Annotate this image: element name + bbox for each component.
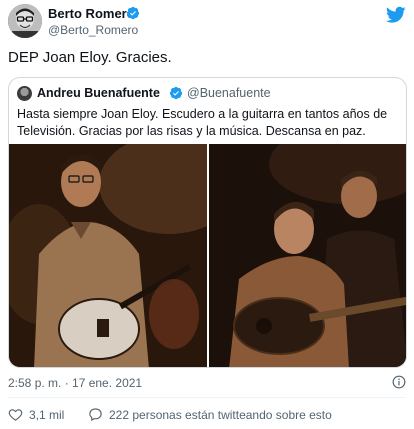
quoted-tweet-text: Hasta siempre Joan Eloy. Escudero a la g…: [17, 107, 388, 138]
heart-icon: [8, 409, 23, 421]
photo-guitarist-left[interactable]: [9, 144, 207, 367]
divider: [8, 397, 406, 398]
twitter-bird-icon[interactable]: [386, 6, 406, 24]
info-icon[interactable]: [392, 375, 406, 389]
talking-about-link[interactable]: 222 personas están twitteando sobre esto: [88, 407, 332, 422]
quoted-media[interactable]: [9, 144, 406, 367]
talking-about-text: 222 personas están twitteando sobre esto: [109, 407, 332, 422]
verified-badge-icon: [126, 6, 140, 20]
tweet-text: DEP Joan Eloy. Gracies.: [8, 49, 172, 66]
like-count: 3,1 mil: [29, 407, 65, 422]
quoted-author-avatar[interactable]: [17, 86, 32, 101]
author-avatar[interactable]: [8, 4, 42, 38]
author-name[interactable]: Berto Romero: [48, 6, 135, 21]
author-handle[interactable]: @Berto_Romero: [48, 23, 138, 37]
photo-guitarist-right[interactable]: [209, 144, 406, 367]
quoted-author-handle[interactable]: @Buenafuente: [187, 86, 271, 100]
embedded-tweet: Berto Romero @Berto_Romero DEP Joan Eloy…: [0, 0, 414, 429]
like-button[interactable]: 3,1 mil: [8, 407, 64, 422]
speech-bubble-icon: [89, 408, 102, 422]
quoted-author-name[interactable]: Andreu Buenafuente: [37, 86, 160, 100]
verified-badge-icon: [169, 86, 183, 100]
tweet-timestamp[interactable]: 2:58 p. m. · 17 ene. 2021: [8, 376, 142, 390]
quoted-tweet[interactable]: Andreu Buenafuente @Buenafuente Hasta si…: [8, 77, 407, 368]
